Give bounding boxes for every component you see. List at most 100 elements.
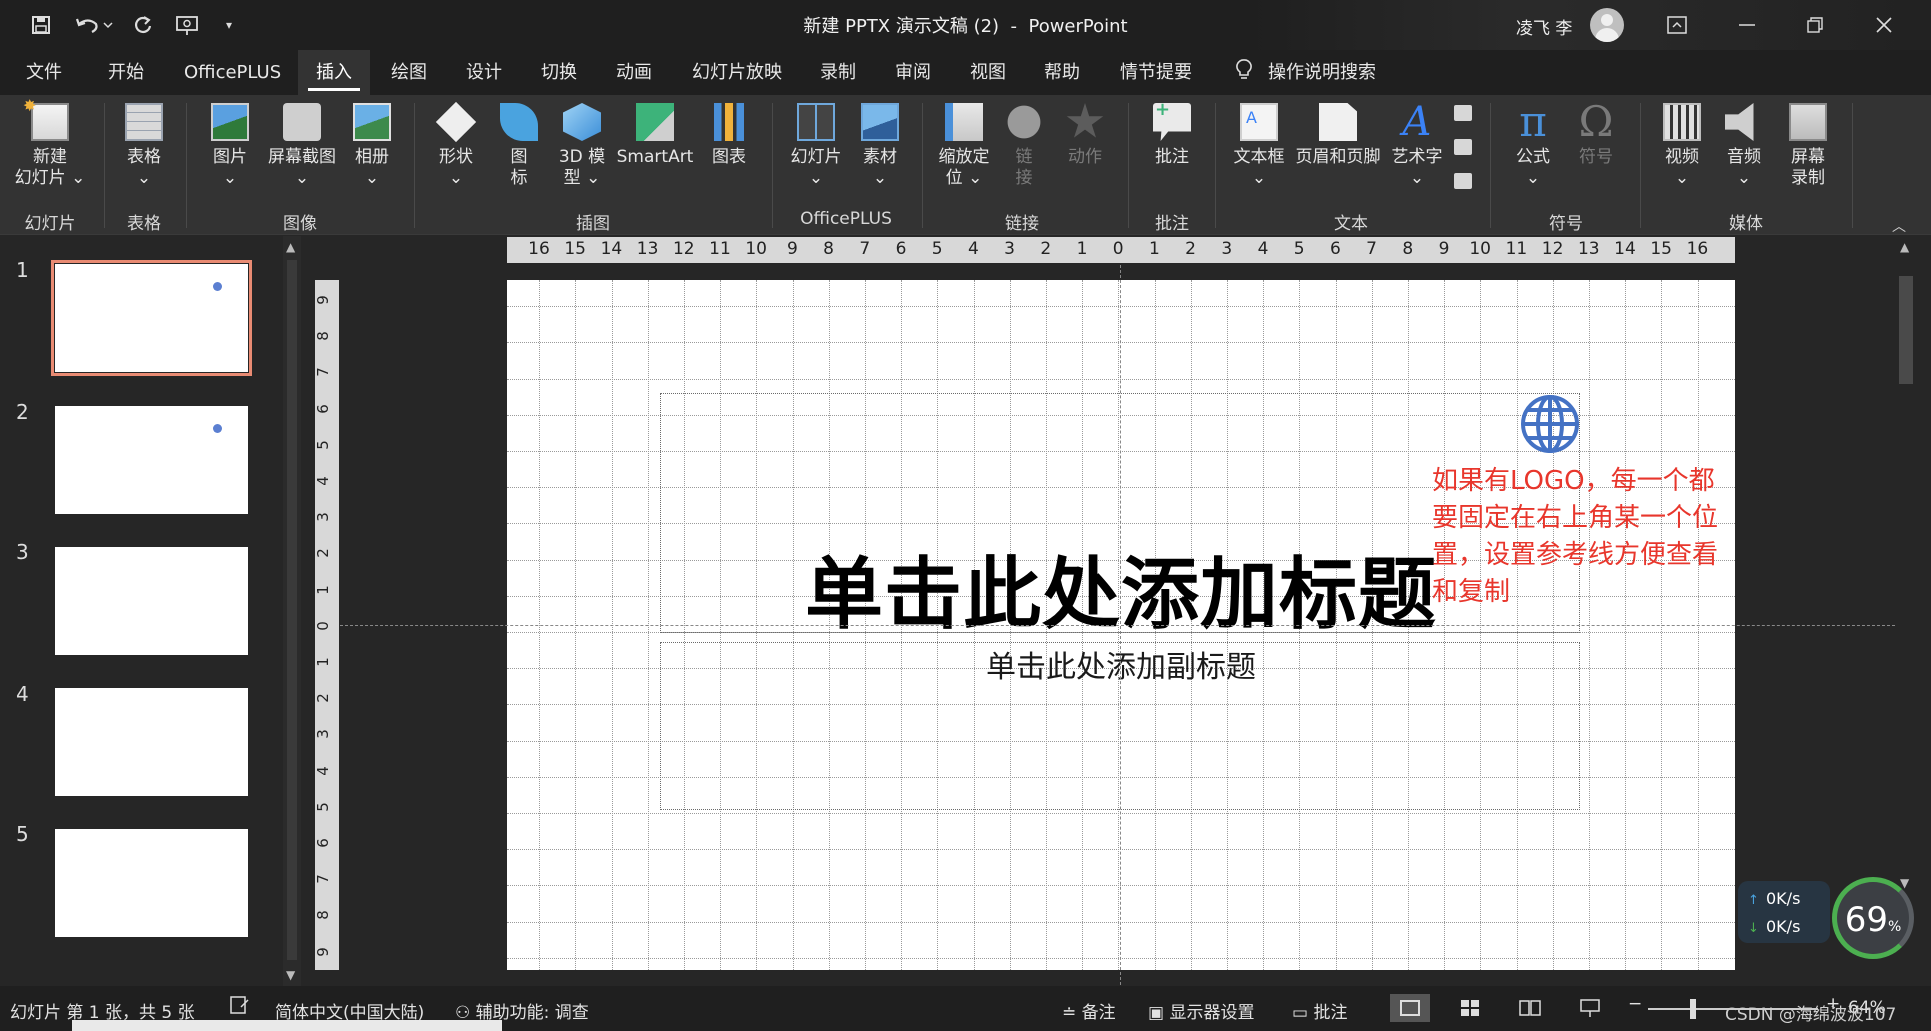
audio-button[interactable]: 音频 ⌄ [1716, 103, 1772, 189]
slide-thumbnail-5[interactable] [55, 829, 248, 937]
tab-record[interactable]: 录制 [810, 50, 866, 95]
grid-line [507, 849, 1735, 851]
scroll-down-icon[interactable]: ▼ [286, 968, 295, 982]
vertical-guide[interactable] [1120, 265, 1121, 985]
ruler-tick-label: 13 [636, 239, 659, 259]
zoom-icon [945, 103, 983, 141]
ruler-tick-label: 7 [1366, 239, 1378, 259]
spelling-icon[interactable] [230, 996, 250, 1019]
date-time-icon[interactable] [1454, 105, 1472, 121]
ruler-tick-label: 2 [313, 693, 332, 703]
slide-thumbnail-3[interactable] [55, 547, 248, 655]
tab-view[interactable]: 视图 [960, 50, 1016, 95]
action-button[interactable]: 动作 [1060, 103, 1110, 168]
ruler-tick-label: 4 [313, 765, 332, 776]
horizontal-guide[interactable] [340, 625, 1895, 626]
new-comment-button[interactable]: + 批注 [1142, 103, 1202, 168]
tab-animations[interactable]: 动画 [606, 50, 662, 95]
tab-design[interactable]: 设计 [456, 50, 512, 95]
ruler-tick-label: 2 [1185, 239, 1197, 259]
comment-icon: + [1153, 103, 1191, 141]
watermark-text: CSDN @海绵波波107 [1725, 1005, 1897, 1025]
new-slide-button[interactable]: ✸ 新建 幻灯片 ⌄ [12, 96, 88, 189]
customize-qat-icon[interactable]: ▾ [214, 10, 244, 40]
network-speed-widget[interactable]: ↑ 0K/s ↓ 0K/s 69% [1738, 877, 1928, 959]
avatar[interactable] [1590, 8, 1624, 42]
smartart-button[interactable]: SmartArt [614, 103, 696, 168]
ruler-tick-label: 5 [1293, 239, 1305, 259]
grid-line [507, 813, 1735, 814]
wordart-button[interactable]: A 艺术字 ⌄ [1386, 102, 1448, 189]
comments-button[interactable]: ▭ 批注 [1292, 998, 1347, 1023]
minimize-icon[interactable] [1727, 10, 1767, 40]
material-button[interactable]: 素材 ⌄ [852, 103, 908, 189]
picture-button[interactable]: 图片 ⌄ [200, 103, 260, 189]
photo-album-button[interactable]: 相册 ⌄ [344, 103, 400, 189]
slide-number-icon[interactable] [1454, 139, 1472, 155]
user-name[interactable]: 凌飞 李 [1516, 14, 1572, 39]
scrollbar-thumb[interactable] [1899, 276, 1913, 384]
chart-button[interactable]: 图表 [704, 103, 754, 168]
collapse-ribbon-icon[interactable]: ︿ [1892, 216, 1912, 235]
tab-insert[interactable]: 插入 [298, 50, 370, 95]
tab-officeplus[interactable]: OfficePLUS [174, 50, 291, 95]
header-footer-button[interactable]: 页眉和页脚 [1292, 103, 1384, 168]
display-settings-button[interactable]: ▣ 显示器设置 [1148, 998, 1254, 1023]
textbox-button[interactable]: A 文本框 ⌄ [1226, 103, 1292, 189]
screenshot-button[interactable]: 屏幕截图 ⌄ [262, 103, 342, 189]
normal-view-button[interactable] [1390, 994, 1430, 1022]
tab-draw[interactable]: 绘图 [381, 50, 437, 95]
tab-review[interactable]: 审阅 [885, 50, 941, 95]
scroll-up-icon[interactable]: ▲ [286, 240, 295, 254]
cube-icon [563, 103, 601, 141]
tab-slideshow[interactable]: 幻灯片放映 [682, 50, 792, 95]
annotation-note[interactable]: 如果有LOGO，每一个都要固定在右上角某一个位置，设置参考线方便查看和复制 [1432, 463, 1732, 611]
save-icon[interactable] [26, 10, 56, 40]
3d-models-button[interactable]: 3D 模 型 ⌄ [552, 103, 612, 189]
object-icon[interactable] [1454, 173, 1472, 189]
new-slide-icon: ✸ [23, 96, 69, 141]
zoom-out-icon[interactable]: − [1628, 994, 1642, 1014]
slide-thumbnail-2[interactable] [55, 406, 248, 514]
tab-storyboard[interactable]: 情节提要 [1110, 50, 1202, 95]
present-from-start-icon[interactable] [172, 10, 202, 40]
scrollbar-thumb[interactable] [287, 260, 297, 960]
search-box[interactable]: 操作说明搜索 [1226, 50, 1386, 95]
restore-icon[interactable] [1795, 10, 1835, 40]
slide-thumbnail-1[interactable] [51, 260, 252, 376]
icons-button[interactable]: 图 标 [494, 103, 544, 189]
slide-thumbnail-4[interactable] [55, 688, 248, 796]
slide-subtitle[interactable]: 单击此处添加副标题 [507, 642, 1735, 686]
table-button[interactable]: 表格 ⌄ [116, 103, 172, 189]
tab-help[interactable]: 帮助 [1034, 50, 1090, 95]
link-button[interactable]: 链 接 [1002, 103, 1046, 189]
scroll-up-icon[interactable]: ▲ [1900, 240, 1909, 254]
equation-button[interactable]: π 公式 ⌄ [1504, 101, 1562, 189]
notes-button[interactable]: ≐ 备注 [1062, 998, 1116, 1023]
tab-transitions[interactable]: 切换 [531, 50, 587, 95]
tab-file[interactable]: 文件 [16, 50, 72, 95]
slideshow-button[interactable] [1570, 994, 1610, 1022]
tab-home[interactable]: 开始 [98, 50, 154, 95]
slide-sorter-button[interactable] [1450, 994, 1490, 1022]
zoom-button[interactable]: 缩放定 位 ⌄ [932, 103, 996, 189]
symbol-button[interactable]: Ω 符号 [1568, 101, 1624, 168]
shapes-button[interactable]: 形状 ⌄ [428, 101, 484, 189]
close-icon[interactable] [1864, 10, 1904, 40]
video-button[interactable]: 视频 ⌄ [1654, 103, 1710, 189]
screen-recording-button[interactable]: 屏幕 录制 [1778, 103, 1838, 189]
ribbon-display-options-icon[interactable] [1657, 10, 1697, 40]
redo-icon[interactable] [128, 10, 158, 40]
globe-icon[interactable] [1519, 393, 1581, 455]
ruler-tick-label: 1 [313, 584, 332, 595]
slide-scrollbar[interactable]: ▲ ▼ [1895, 236, 1917, 986]
ruler-tick-label: 2 [1040, 239, 1052, 259]
ruler-tick-label: 9 [313, 946, 332, 957]
reading-view-button[interactable] [1510, 994, 1550, 1022]
zoom-slider-thumb[interactable] [1690, 999, 1696, 1019]
thumbnails-scrollbar[interactable]: ▲ ▼ [283, 236, 301, 986]
group-label-officeplus: OfficePLUS [800, 209, 892, 229]
slide-library-button[interactable]: 幻灯片 ⌄ [784, 103, 848, 189]
undo-icon[interactable] [70, 10, 118, 40]
ruler-tick-label: 3 [313, 512, 332, 522]
